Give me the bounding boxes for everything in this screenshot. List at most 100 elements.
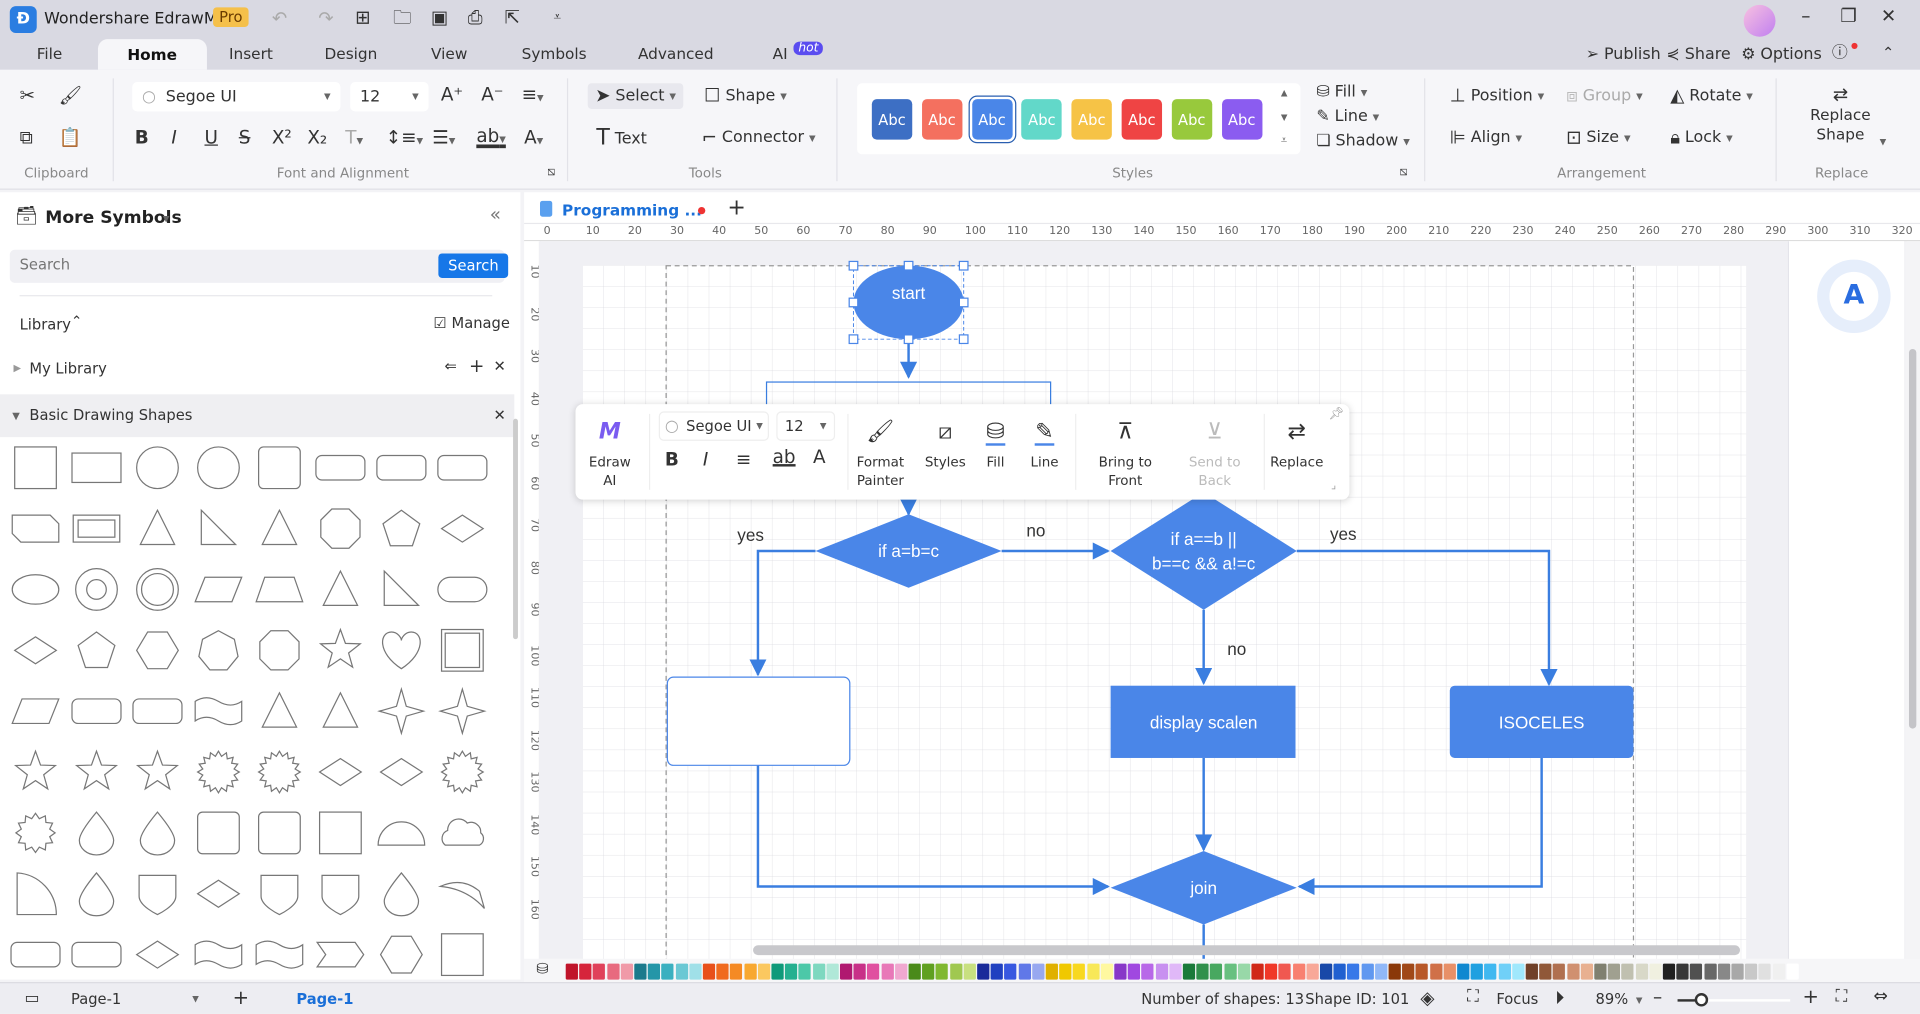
library-shape[interactable] <box>71 941 122 968</box>
palette-color[interactable] <box>1717 963 1730 980</box>
library-shape[interactable] <box>196 750 241 795</box>
library-shape[interactable] <box>77 631 116 669</box>
format-painter-button[interactable]: 🖌 Format Painter <box>852 421 908 490</box>
library-shape[interactable] <box>440 514 485 543</box>
library-shape[interactable] <box>260 874 299 916</box>
palette-color[interactable] <box>1306 963 1319 980</box>
tab-file[interactable]: File <box>37 44 63 62</box>
library-shape[interactable] <box>139 508 176 546</box>
palette-color[interactable] <box>1786 963 1799 980</box>
style-swatch[interactable]: Abc <box>968 95 1016 144</box>
library-shape[interactable] <box>383 871 420 917</box>
palette-color[interactable] <box>1031 963 1045 980</box>
search-field[interactable]: Search <box>9 249 509 283</box>
palette-color[interactable] <box>1566 963 1580 980</box>
palette-color[interactable] <box>661 963 674 980</box>
style-swatch[interactable]: Abc <box>871 99 913 140</box>
resize-handle[interactable] <box>848 297 859 308</box>
ai-assistant-icon[interactable]: A <box>1817 259 1891 334</box>
italic-icon[interactable]: I <box>703 450 708 469</box>
palette-color[interactable] <box>1470 963 1484 980</box>
chevron-down-icon[interactable]: ▼ <box>163 214 170 224</box>
library-shape[interactable] <box>71 698 122 725</box>
save-icon[interactable]: ▣ <box>431 8 448 27</box>
palette-color[interactable] <box>963 963 976 980</box>
palette-color[interactable] <box>1347 963 1360 980</box>
chevron-down-icon[interactable]: ▼ <box>1880 137 1887 147</box>
customize-icon[interactable]: ⩡ <box>553 10 561 23</box>
palette-color[interactable] <box>579 963 592 980</box>
palette-color[interactable] <box>675 963 688 980</box>
library-shape[interactable] <box>440 933 484 977</box>
library-shape[interactable] <box>377 686 426 736</box>
library-shape[interactable] <box>379 757 424 787</box>
library-shape[interactable] <box>382 509 421 547</box>
text-style-icon[interactable]: T▼ <box>345 128 363 147</box>
resize-handle[interactable] <box>848 334 859 345</box>
subscript-icon[interactable]: X₂ <box>307 128 327 147</box>
palette-color[interactable] <box>1457 963 1470 980</box>
library-shape[interactable] <box>318 627 362 669</box>
diagram-canvas[interactable]: start if a=b=c if a==b || b==c && a!=c d… <box>539 241 1788 962</box>
style-swatch[interactable]: Abc <box>921 99 963 140</box>
cut-icon[interactable]: ✂ <box>20 86 35 105</box>
palette-color[interactable] <box>730 963 743 980</box>
search-input[interactable] <box>19 255 412 274</box>
zoom-slider-knob[interactable] <box>1694 993 1708 1007</box>
palette-color[interactable] <box>1169 963 1182 980</box>
palette-color[interactable] <box>1127 963 1141 980</box>
palette-color[interactable] <box>1155 963 1168 980</box>
palette-color[interactable] <box>1320 963 1333 980</box>
library-shape[interactable] <box>13 636 58 665</box>
help-icon[interactable]: ⓘ <box>1832 45 1848 61</box>
font-family-select[interactable]: ○ Segoe UI ▼ <box>132 82 341 112</box>
library-shape[interactable] <box>320 508 361 549</box>
library-shape[interactable] <box>258 811 301 855</box>
empty-process-shape[interactable] <box>666 676 851 766</box>
library-shape[interactable] <box>72 514 121 543</box>
group-button[interactable]: ⧈ Group ▼ <box>1566 86 1643 105</box>
panel-scrollbar[interactable] <box>513 418 518 640</box>
format-painter-icon[interactable]: 🖌 <box>59 86 82 105</box>
library-shape[interactable] <box>139 811 176 856</box>
palette-color[interactable] <box>1374 963 1388 980</box>
decrease-font-icon[interactable]: A⁻ <box>481 85 503 104</box>
library-shape[interactable] <box>318 757 363 787</box>
palette-color[interactable] <box>716 963 729 980</box>
resize-handle[interactable] <box>958 297 969 308</box>
line-spacing-icon[interactable]: ↕≡▼ <box>386 128 423 147</box>
palette-color[interactable] <box>634 963 647 980</box>
palette-color[interactable] <box>1443 963 1456 980</box>
palette-color[interactable] <box>1361 963 1374 980</box>
palette-color[interactable] <box>620 963 633 980</box>
expand-arrow-icon[interactable]: ▶ <box>13 362 21 373</box>
resize-handle[interactable] <box>958 260 969 271</box>
palette-color[interactable] <box>1278 963 1292 980</box>
palette-color[interactable] <box>1621 963 1634 980</box>
font-size-select[interactable]: 12 ▼ <box>776 411 836 441</box>
library-shape[interactable] <box>11 698 60 725</box>
palette-color[interactable] <box>1758 963 1772 980</box>
palette-color[interactable] <box>1045 963 1058 980</box>
palette-color[interactable] <box>908 963 921 980</box>
library-shape[interactable] <box>261 691 298 728</box>
palette-color[interactable] <box>1607 963 1621 980</box>
align-icon[interactable]: ≡▼ <box>522 85 544 104</box>
collapse-up-icon[interactable]: ⌃ <box>71 313 82 329</box>
page-select[interactable]: Page-1 <box>71 991 121 1008</box>
fill-button[interactable]: ⛁ Fill <box>975 421 1017 471</box>
palette-color[interactable] <box>1086 963 1100 980</box>
palette-color[interactable] <box>1059 963 1072 980</box>
tab-symbols[interactable]: Symbols <box>522 44 587 62</box>
library-shape[interactable] <box>440 750 485 795</box>
palette-color[interactable] <box>1772 963 1785 980</box>
zoom-slider[interactable] <box>1677 993 1791 1007</box>
palette-color[interactable] <box>757 963 770 980</box>
palette-color[interactable] <box>840 963 853 980</box>
new-icon[interactable]: ⊞ <box>355 8 370 27</box>
library-shape[interactable] <box>383 569 421 607</box>
send-to-back-button[interactable]: ⊻ Send to Back <box>1171 421 1259 490</box>
library-shape[interactable] <box>194 697 243 726</box>
align-icon[interactable]: ≡ <box>736 450 751 469</box>
palette-color[interactable] <box>1511 963 1525 980</box>
